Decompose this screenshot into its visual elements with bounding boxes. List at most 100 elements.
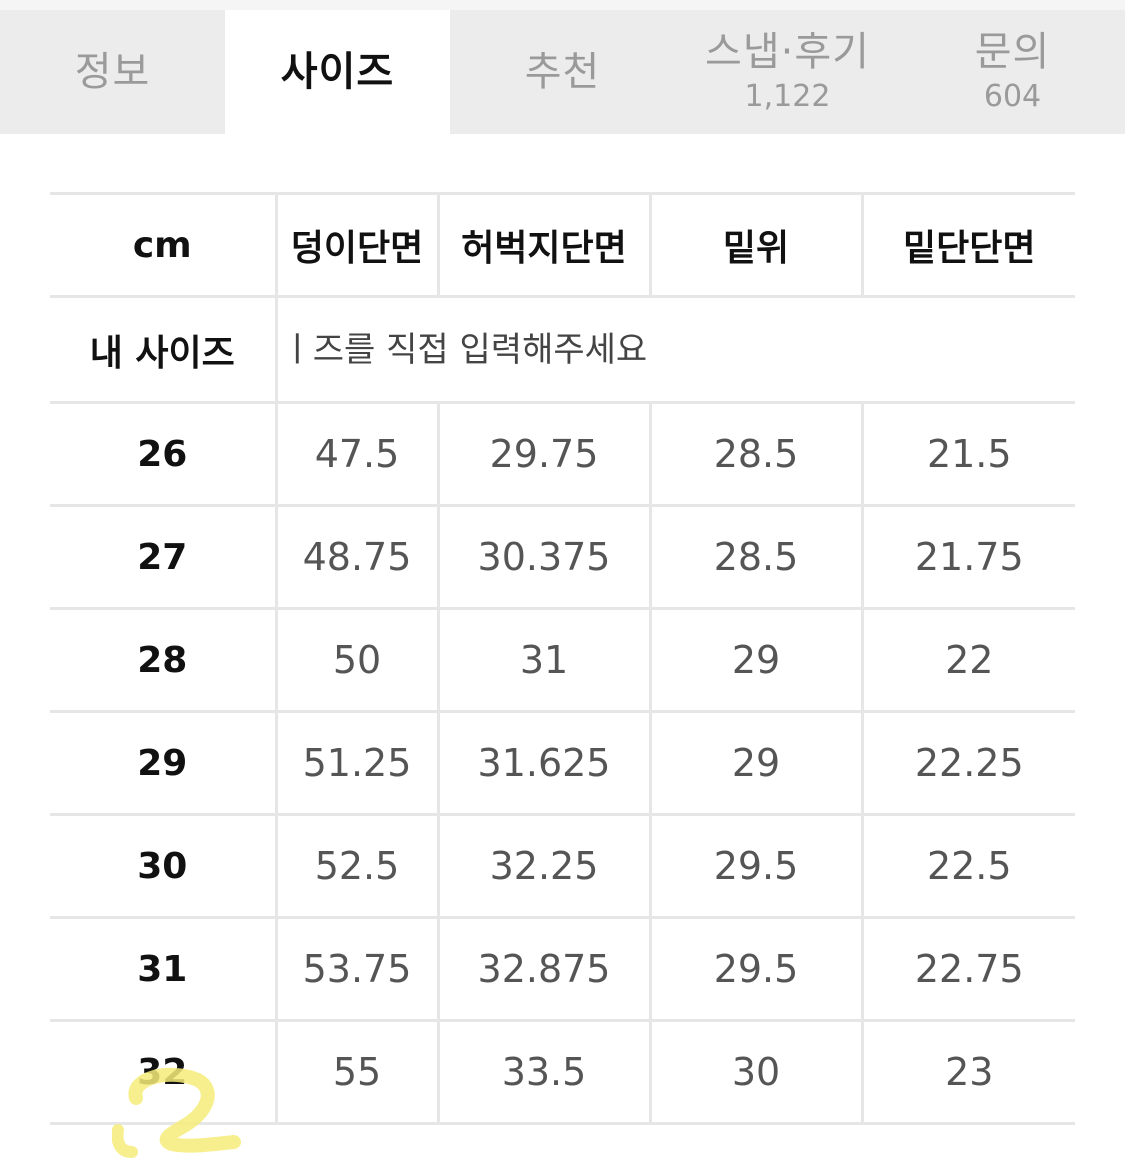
value-text: 29.5: [713, 844, 799, 888]
value-text: 31.625: [477, 741, 611, 785]
size-cell: 29: [50, 710, 276, 815]
value-text: 30.375: [477, 535, 611, 579]
value-cell: 31.625: [436, 710, 650, 815]
table-row: 30 52.5 32.25 29.5 22.5: [50, 813, 1075, 918]
value-cell: 29.5: [648, 813, 862, 918]
value-cell: 53.75: [274, 916, 438, 1021]
value-cell: 22.25: [860, 710, 1075, 815]
size-label: 29: [137, 742, 188, 784]
value-cell: 32.875: [436, 916, 650, 1021]
value-cell: 29: [648, 710, 862, 815]
value-text: 22.75: [914, 947, 1024, 991]
column-header: 덩이단면: [290, 228, 424, 269]
table-row: 31 53.75 32.875 29.5 22.75: [50, 916, 1075, 1021]
tab-inquiry-count: 604: [983, 79, 1042, 114]
column-header: 허벅지단면: [461, 228, 627, 269]
value-cell: 55: [274, 1019, 438, 1125]
tab-snap-review[interactable]: 스냅·후기 1,122: [675, 10, 900, 134]
my-size-label: 내 사이즈: [89, 332, 235, 374]
value-cell: 32.25: [436, 813, 650, 918]
value-text: 29: [731, 638, 781, 682]
value-cell: 23: [860, 1019, 1075, 1125]
unit-label: cm: [132, 224, 192, 266]
value-text: 32.25: [489, 844, 599, 888]
tab-info[interactable]: 정보: [0, 10, 225, 134]
header-col: 밑단단면: [860, 192, 1075, 297]
size-table: cm 덩이단면 허벅지단면 밑위 밑단단면 내 사이즈 26 47.5 29.7…: [50, 192, 1075, 1125]
my-size-input-cell: [274, 295, 1075, 403]
value-cell: 28.5: [648, 401, 862, 506]
value-cell: 48.75: [274, 504, 438, 609]
tab-snap-review-count: 1,122: [744, 79, 831, 114]
value-cell: 22: [860, 607, 1075, 712]
value-cell: 29.5: [648, 916, 862, 1021]
my-size-row: 내 사이즈: [50, 295, 1075, 403]
table-header-row: cm 덩이단면 허벅지단면 밑위 밑단단면: [50, 192, 1075, 297]
table-row: 29 51.25 31.625 29 22.25: [50, 710, 1075, 815]
tab-recommend-label: 추천: [524, 49, 601, 95]
value-text: 21.5: [926, 432, 1012, 476]
top-strip: [0, 0, 1125, 10]
value-cell: 30.375: [436, 504, 650, 609]
value-cell: 51.25: [274, 710, 438, 815]
value-text: 28.5: [713, 432, 799, 476]
table-row: 26 47.5 29.75 28.5 21.5: [50, 401, 1075, 506]
size-cell: 31: [50, 916, 276, 1021]
value-cell: 33.5: [436, 1019, 650, 1125]
value-text: 33.5: [501, 1050, 587, 1094]
value-text: 22.25: [914, 741, 1024, 785]
value-text: 55: [332, 1050, 382, 1094]
value-text: 28.5: [713, 535, 799, 579]
value-cell: 52.5: [274, 813, 438, 918]
header-col: 밑위: [648, 192, 862, 297]
value-cell: 22.75: [860, 916, 1075, 1021]
table-row: 32 55 33.5 30 23: [50, 1019, 1075, 1125]
value-text: 21.75: [914, 535, 1024, 579]
value-text: 51.25: [302, 741, 412, 785]
value-cell: 47.5: [274, 401, 438, 506]
value-text: 32.875: [477, 947, 611, 991]
size-label: 30: [137, 845, 188, 887]
table-row: 28 50 31 29 22: [50, 607, 1075, 712]
tab-size-label: 사이즈: [280, 49, 395, 95]
value-cell: 21.75: [860, 504, 1075, 609]
size-label: 26: [137, 433, 188, 475]
value-cell: 28.5: [648, 504, 862, 609]
tab-recommend[interactable]: 추천: [450, 10, 675, 134]
table-row: 27 48.75 30.375 28.5 21.75: [50, 504, 1075, 609]
column-header: 밑위: [722, 228, 790, 269]
tab-bar: 정보 사이즈 추천 스냅·후기 1,122 문의 604: [0, 10, 1125, 134]
my-size-input[interactable]: [279, 329, 1058, 370]
value-cell: 30: [648, 1019, 862, 1125]
value-text: 22.5: [926, 844, 1012, 888]
header-col: 허벅지단면: [436, 192, 650, 297]
value-cell: 29.75: [436, 401, 650, 506]
tab-inquiry[interactable]: 문의 604: [900, 10, 1125, 134]
value-cell: 29: [648, 607, 862, 712]
value-cell: 50: [274, 607, 438, 712]
size-cell: 28: [50, 607, 276, 712]
size-label: 31: [137, 948, 188, 990]
size-label: 28: [137, 639, 188, 681]
value-text: 29: [731, 741, 781, 785]
value-text: 29.75: [489, 432, 599, 476]
value-text: 31: [519, 638, 569, 682]
tab-size[interactable]: 사이즈: [225, 10, 450, 134]
value-cell: 31: [436, 607, 650, 712]
tab-inquiry-label: 문의: [974, 29, 1051, 75]
value-text: 48.75: [302, 535, 412, 579]
value-text: 23: [945, 1050, 994, 1094]
header-unit: cm: [50, 192, 276, 297]
size-cell: 32: [50, 1019, 276, 1125]
size-label: 32: [137, 1051, 188, 1093]
value-text: 53.75: [302, 947, 412, 991]
value-text: 22: [945, 638, 994, 682]
value-cell: 21.5: [860, 401, 1075, 506]
column-header: 밑단단면: [903, 228, 1036, 269]
header-col: 덩이단면: [274, 192, 438, 297]
value-text: 30: [731, 1050, 781, 1094]
value-text: 47.5: [314, 432, 400, 476]
value-text: 52.5: [314, 844, 400, 888]
value-text: 29.5: [713, 947, 799, 991]
size-label: 27: [137, 536, 188, 578]
